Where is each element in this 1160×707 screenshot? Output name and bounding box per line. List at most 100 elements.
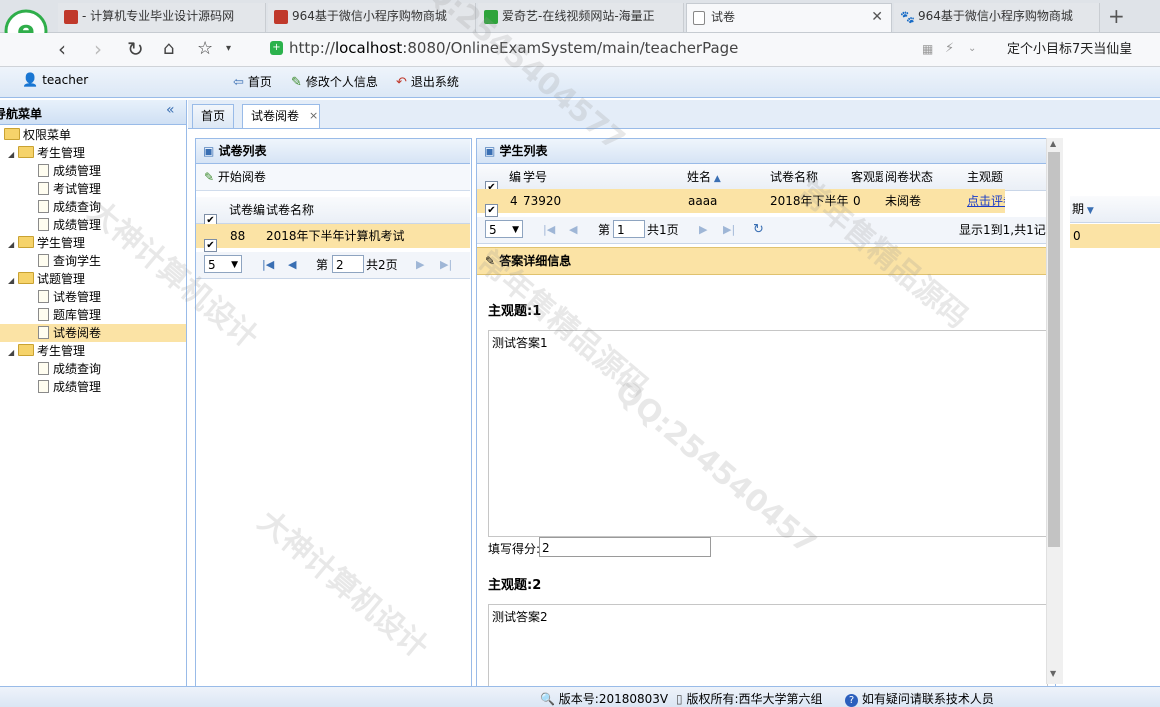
- column-header[interactable]: 试卷名称: [266, 197, 314, 223]
- browser-tab[interactable]: 🐾 964基于微信小程序购物商城: [894, 3, 1100, 32]
- help-icon: ?: [845, 694, 858, 707]
- grade-link[interactable]: 点击评卷: [967, 189, 1005, 213]
- table-row-selected[interactable]: ✔ 88 2018年下半年计算机考试: [196, 224, 470, 252]
- student-name: aaaa: [688, 194, 718, 208]
- score-input[interactable]: 2: [539, 537, 711, 557]
- row-checkbox[interactable]: ✔: [485, 195, 498, 219]
- page-number-input[interactable]: 1: [613, 220, 645, 238]
- column-header[interactable]: 姓名 ▲: [687, 164, 721, 192]
- edit-profile-link[interactable]: ✎ 修改个人信息: [291, 73, 378, 90]
- close-icon[interactable]: ×: [309, 105, 318, 127]
- score-label: 填写得分:: [488, 542, 541, 556]
- page-total: 共2页: [366, 258, 398, 272]
- tree-group[interactable]: ◢ 考生管理: [8, 144, 85, 162]
- tree-group[interactable]: ◢ 学生管理: [8, 234, 85, 252]
- prev-page-icon[interactable]: ◀: [569, 217, 577, 243]
- tab-paper-review[interactable]: 试卷阅卷 ×: [242, 104, 321, 128]
- scrollbar-thumb[interactable]: [1048, 152, 1060, 547]
- column-header[interactable]: 阅卷状态: [885, 164, 933, 190]
- column-header[interactable]: 试卷编: [229, 197, 265, 223]
- last-page-icon[interactable]: ▶|: [723, 217, 735, 243]
- page-icon: [693, 11, 705, 25]
- review-status: 未阅卷: [885, 194, 922, 208]
- bookmark-link[interactable]: 定个小目标7天当仙皇: [1007, 38, 1132, 57]
- next-page-icon[interactable]: ▶: [699, 217, 707, 243]
- next-page-icon[interactable]: ▶: [416, 252, 424, 278]
- new-tab-icon[interactable]: +: [1108, 4, 1125, 28]
- arrow-back-icon: ⇦: [233, 75, 244, 90]
- browser-tab[interactable]: 爱奇艺-在线视频网站-海量正: [478, 3, 684, 32]
- document-icon: [38, 254, 49, 267]
- tree-group[interactable]: ◢ 试题管理: [8, 270, 85, 288]
- first-page-icon[interactable]: |◀: [543, 217, 555, 243]
- tree-item[interactable]: 试卷管理: [38, 288, 101, 306]
- column-header[interactable]: 学号: [523, 164, 547, 190]
- prev-page-icon[interactable]: ◀: [288, 252, 296, 278]
- lightning-icon[interactable]: ⚡: [945, 37, 954, 61]
- paper-grid-header: ✔ 试卷编 试卷名称: [196, 197, 470, 227]
- scroll-down-icon[interactable]: ▼: [1050, 669, 1056, 678]
- column-header[interactable]: 客观题: [851, 164, 883, 190]
- start-review-button[interactable]: ✎ 开始阅卷: [204, 170, 266, 184]
- page-size-select[interactable]: 5 ▼: [204, 255, 242, 273]
- tab-label: 964基于微信小程序购物商城: [918, 9, 1073, 23]
- reload-icon[interactable]: ↻: [127, 37, 144, 61]
- secure-shield-icon: +: [270, 41, 283, 55]
- back-icon[interactable]: ‹: [58, 37, 66, 61]
- folder-icon: [18, 236, 34, 248]
- column-header[interactable]: 编: [509, 164, 521, 190]
- browser-tab[interactable]: 964基于微信小程序购物商城: [268, 3, 476, 32]
- document-icon: [38, 362, 49, 375]
- folder-icon: [4, 128, 20, 140]
- page-prefix: 第: [316, 258, 329, 272]
- document-icon: [38, 200, 49, 213]
- page-number-input[interactable]: 2: [332, 255, 364, 273]
- paper-name: 2018年下半年计算机考试: [266, 229, 405, 243]
- tree-item[interactable]: 题库管理: [38, 306, 101, 324]
- page-prefix: 第: [598, 223, 611, 237]
- refresh-icon[interactable]: ↻: [753, 217, 764, 243]
- main-tab-strip: 首页 试卷阅卷 ×: [188, 100, 1160, 129]
- table-row-selected[interactable]: ✔ 4 73920 aaaa 2018年下半年 0 未阅卷 点击评卷: [477, 189, 1005, 217]
- nav-header: 导航菜单 «: [0, 100, 186, 125]
- browser-tab-bar: - 计算机专业毕业设计源码网 964基于微信小程序购物商城 爱奇艺-在线视频网站…: [0, 0, 1160, 33]
- chevron-down-icon[interactable]: ▾: [226, 37, 231, 61]
- folder-icon: [18, 146, 34, 158]
- tree-item[interactable]: 成绩管理: [38, 216, 101, 234]
- document-icon: [38, 308, 49, 321]
- forward-icon[interactable]: ›: [94, 37, 102, 61]
- star-icon[interactable]: ☆: [197, 37, 213, 61]
- copyright-info: ▯ 版权所有:西华大学第六组: [676, 692, 823, 706]
- tree-item[interactable]: 查询学生: [38, 252, 101, 270]
- tree-item[interactable]: 成绩管理: [38, 378, 101, 396]
- tree-item-selected[interactable]: 试卷阅卷: [0, 324, 186, 342]
- row-checkbox[interactable]: ✔: [204, 230, 217, 254]
- column-header[interactable]: 试卷名称: [770, 164, 818, 190]
- panel-title: ▣ 学生列表: [477, 139, 1047, 164]
- tab-home[interactable]: 首页: [192, 104, 235, 128]
- address-bar[interactable]: http://localhost:8080/OnlineExamSystem/m…: [289, 39, 738, 57]
- browser-tab-active[interactable]: 试卷 ✕: [686, 3, 892, 32]
- iqiyi-icon: [484, 10, 498, 24]
- close-icon[interactable]: ✕: [871, 4, 883, 31]
- tree-item[interactable]: 成绩查询: [38, 198, 101, 216]
- home-icon[interactable]: ⌂: [163, 37, 174, 61]
- last-page-icon[interactable]: ▶|: [440, 252, 452, 278]
- first-page-icon[interactable]: |◀: [262, 252, 274, 278]
- document-icon: [38, 326, 49, 339]
- tree-item[interactable]: 成绩管理: [38, 162, 101, 180]
- page-size-select[interactable]: 5 ▼: [485, 220, 523, 238]
- chevron-down-icon[interactable]: ⌄: [968, 37, 976, 61]
- tree-item[interactable]: 考试管理: [38, 180, 101, 198]
- tree-item[interactable]: 成绩查询: [38, 360, 101, 378]
- collapse-icon[interactable]: «: [166, 102, 175, 118]
- logout-link[interactable]: ↶ 退出系统: [396, 73, 459, 90]
- status-footer: 🔍 版本号:20180803V ▯ 版权所有:西华大学第六组 ? 如有疑问请联系…: [0, 686, 1160, 707]
- tree-group[interactable]: ◢ 考生管理: [8, 342, 85, 360]
- column-header[interactable]: 主观题: [967, 164, 1007, 190]
- tree-root[interactable]: 权限菜单: [4, 126, 71, 144]
- grid-icon[interactable]: ▦: [922, 37, 933, 61]
- home-link[interactable]: ⇦ 首页: [233, 73, 272, 90]
- browser-tab[interactable]: - 计算机专业毕业设计源码网: [58, 3, 266, 32]
- scroll-up-icon[interactable]: ▲: [1050, 139, 1056, 148]
